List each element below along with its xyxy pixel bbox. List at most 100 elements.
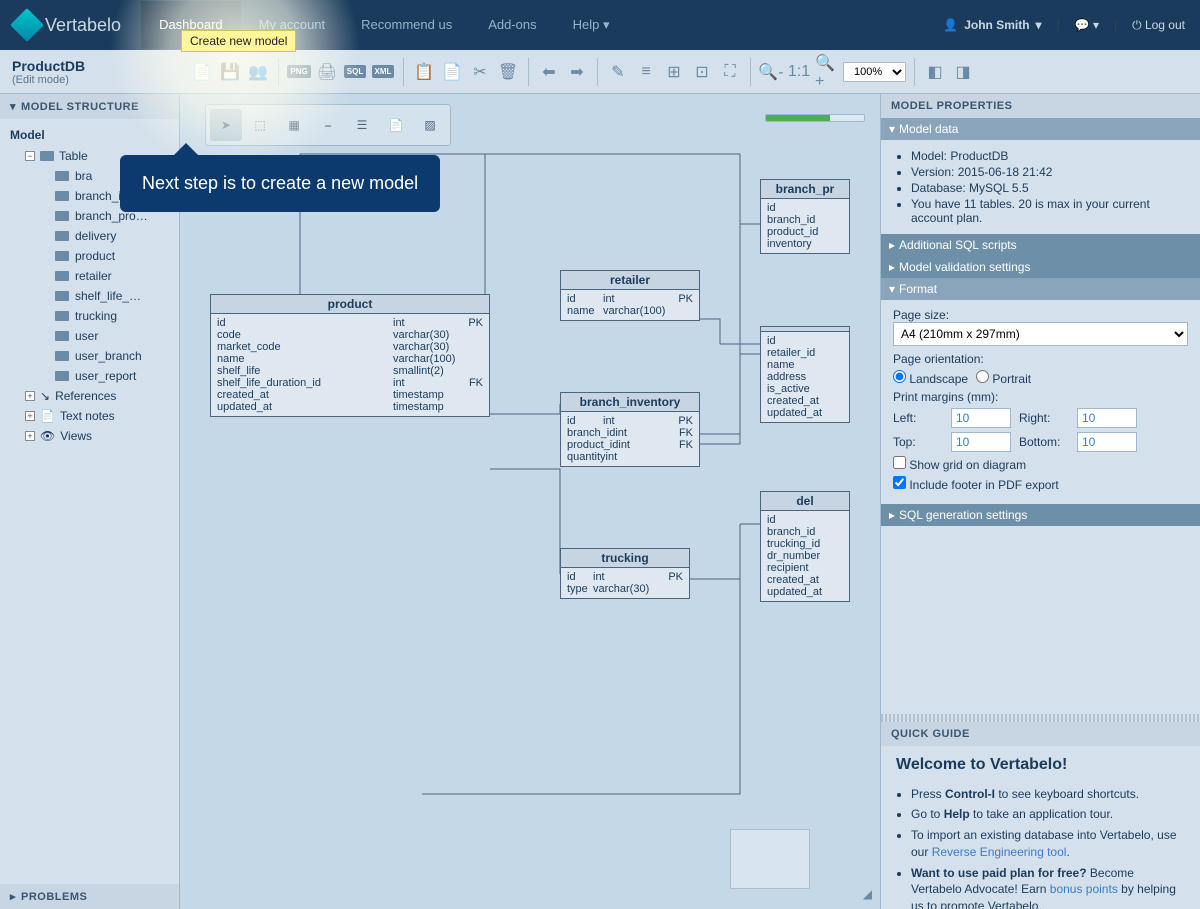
save-button[interactable]: 💾 — [218, 60, 242, 84]
table-tool[interactable]: ▦ — [278, 109, 310, 141]
zoom-actual-button[interactable]: 1:1 — [787, 60, 811, 84]
right-panel: MODEL PROPERTIES ▾ Model data Model: Pro… — [880, 94, 1200, 909]
fit-button[interactable]: ⛶ — [718, 60, 742, 84]
tree-table-item[interactable]: shelf_life_… — [0, 286, 179, 306]
entity-branch-inventory[interactable]: branch_inventoryidintPKbranch_idintFKpro… — [560, 392, 700, 467]
portrait-radio[interactable]: Portrait — [976, 370, 1031, 386]
welcome-heading: Welcome to Vertabelo! — [881, 746, 1200, 779]
diagram-canvas[interactable]: ➤ ⬚ ▦ ⎯ ☰ 📄 ▨ productidintPKcodevarchar(… — [180, 94, 880, 909]
tree-table-item[interactable]: user_branch — [0, 346, 179, 366]
tree-references[interactable]: + ↘ References — [0, 386, 179, 406]
main-area: ▾ MODEL STRUCTURE Model − Table bra bran… — [0, 94, 1200, 909]
top-bar: Vertabelo Dashboard My account Recommend… — [0, 0, 1200, 50]
page-size-select[interactable]: A4 (210mm x 297mm) — [893, 322, 1188, 346]
margin-bottom-input[interactable] — [1077, 432, 1137, 452]
left-panel: ▾ MODEL STRUCTURE Model − Table bra bran… — [0, 94, 180, 909]
model-structure-header[interactable]: ▾ MODEL STRUCTURE — [0, 94, 179, 119]
nav-right: 👤 John Smith ▾ | 💬 ▾ | ⏻ Log out — [943, 18, 1185, 33]
layout1-button[interactable]: ◧ — [923, 60, 947, 84]
layout2-button[interactable]: ◨ — [951, 60, 975, 84]
page-size-label: Page size: — [893, 308, 1188, 322]
nav-help[interactable]: Help ▾ — [555, 1, 628, 49]
brand-text: Vertabelo — [45, 15, 121, 36]
tree-root[interactable]: Model — [0, 124, 179, 146]
entity-product[interactable]: productidintPKcodevarchar(30)market_code… — [210, 294, 490, 417]
tree-table-item[interactable]: product — [0, 246, 179, 266]
format-body: Page size: A4 (210mm x 297mm) Page orien… — [881, 300, 1200, 504]
cut-button[interactable]: ✂ — [468, 60, 492, 84]
minimap[interactable] — [730, 829, 810, 889]
tree-table-item[interactable]: delivery — [0, 226, 179, 246]
progress-bar — [765, 114, 865, 122]
user-name: John Smith — [964, 18, 1029, 32]
quick-guide-header: QUICK GUIDE — [881, 722, 1200, 746]
delete-button[interactable]: 🗑 — [496, 60, 520, 84]
include-footer-checkbox[interactable]: Include footer in PDF export — [893, 476, 1059, 492]
resize-handle-icon[interactable]: ◢ — [863, 887, 872, 901]
zoom-out-button[interactable]: 🔍- — [759, 60, 783, 84]
print-button[interactable]: 🖨 — [315, 60, 339, 84]
export-png-button[interactable]: PNG — [287, 60, 311, 84]
distribute-button[interactable]: ⊞ — [662, 60, 686, 84]
model-data-body: Model: ProductDBVersion: 2015-06-18 21:4… — [881, 140, 1200, 234]
margin-top-input[interactable] — [951, 432, 1011, 452]
tree-table-item[interactable]: user — [0, 326, 179, 346]
landscape-radio[interactable]: Landscape — [893, 370, 968, 386]
entity-trucking[interactable]: truckingidintPKtypevarchar(30) — [560, 548, 690, 599]
drag-handle[interactable] — [881, 714, 1200, 722]
redo-button[interactable]: ➡ — [565, 60, 589, 84]
additional-sql-header[interactable]: ▸ Additional SQL scripts — [881, 234, 1200, 256]
model-name: ProductDB — [12, 58, 85, 74]
zoom-in-button[interactable]: 🔍+ — [815, 60, 839, 84]
entity-branch-pr[interactable]: branch_pridbranch_idproduct_idinventory — [760, 179, 850, 254]
user-icon: 👤 — [943, 18, 958, 32]
note-tool[interactable]: 📄 — [380, 109, 412, 141]
model-tree: Model − Table bra branch_inv… branch_pro… — [0, 119, 179, 884]
margin-right-input[interactable] — [1077, 408, 1137, 428]
model-toolbar: ProductDB (Edit mode) 📄 💾 👥 PNG 🖨 SQL XM… — [0, 50, 1200, 94]
logout-button[interactable]: ⏻ Log out — [1132, 18, 1185, 33]
tree-notes[interactable]: + 📄 Text notes — [0, 406, 179, 426]
entity-retailer[interactable]: retaileridintPKnamevarchar(100) — [560, 270, 700, 321]
edit-button[interactable]: ✎ — [606, 60, 630, 84]
arrange-button[interactable]: ⊡ — [690, 60, 714, 84]
entity-branch[interactable]: idretailer_idnameaddressis_activecreated… — [760, 326, 850, 423]
chat-icon[interactable]: 💬 ▾ — [1075, 18, 1099, 32]
format-header[interactable]: ▾ Format — [881, 278, 1200, 300]
export-sql-button[interactable]: SQL — [343, 60, 367, 84]
pointer-tool[interactable]: ➤ — [210, 109, 242, 141]
logo[interactable]: Vertabelo — [15, 13, 121, 37]
list-tool[interactable]: ☰ — [346, 109, 378, 141]
export-xml-button[interactable]: XML — [371, 60, 395, 84]
new-model-button[interactable]: 📄 — [190, 60, 214, 84]
tour-callout: Next step is to create a new model — [120, 155, 440, 212]
undo-button[interactable]: ⬅ — [537, 60, 561, 84]
validation-header[interactable]: ▸ Model validation settings — [881, 256, 1200, 278]
paste-button[interactable]: 📄 — [440, 60, 464, 84]
marquee-tool[interactable]: ⬚ — [244, 109, 276, 141]
share-button[interactable]: 👥 — [246, 60, 270, 84]
edit-mode: (Edit mode) — [12, 74, 85, 86]
relation-tool[interactable]: ⎯ — [312, 109, 344, 141]
copy-button[interactable]: 📋 — [412, 60, 436, 84]
nav-recommend[interactable]: Recommend us — [343, 1, 470, 49]
model-data-header[interactable]: ▾ Model data — [881, 118, 1200, 140]
margins-label: Print margins (mm): — [893, 390, 1188, 404]
align-button[interactable]: ≡ — [634, 60, 658, 84]
problems-header[interactable]: ▸ PROBLEMS — [0, 884, 179, 909]
sql-gen-header[interactable]: ▸ SQL generation settings — [881, 504, 1200, 526]
tree-table-item[interactable]: trucking — [0, 306, 179, 326]
tree-table-item[interactable]: user_report — [0, 366, 179, 386]
user-menu[interactable]: 👤 John Smith ▾ — [943, 18, 1041, 32]
tree-table-item[interactable]: retailer — [0, 266, 179, 286]
nav-addons[interactable]: Add-ons — [470, 1, 554, 49]
tree-views[interactable]: + 👁 Views — [0, 426, 179, 446]
canvas-toolbar: ➤ ⬚ ▦ ⎯ ☰ 📄 ▨ — [205, 104, 451, 146]
show-grid-checkbox[interactable]: Show grid on diagram — [893, 456, 1026, 472]
margin-left-input[interactable] — [951, 408, 1011, 428]
entity-delivery[interactable]: delidbranch_idtrucking_iddr_numberrecipi… — [760, 491, 850, 602]
logo-icon — [10, 8, 44, 42]
model-title-block: ProductDB (Edit mode) — [10, 58, 85, 86]
area-tool[interactable]: ▨ — [414, 109, 446, 141]
zoom-select[interactable]: 100% — [843, 62, 906, 82]
